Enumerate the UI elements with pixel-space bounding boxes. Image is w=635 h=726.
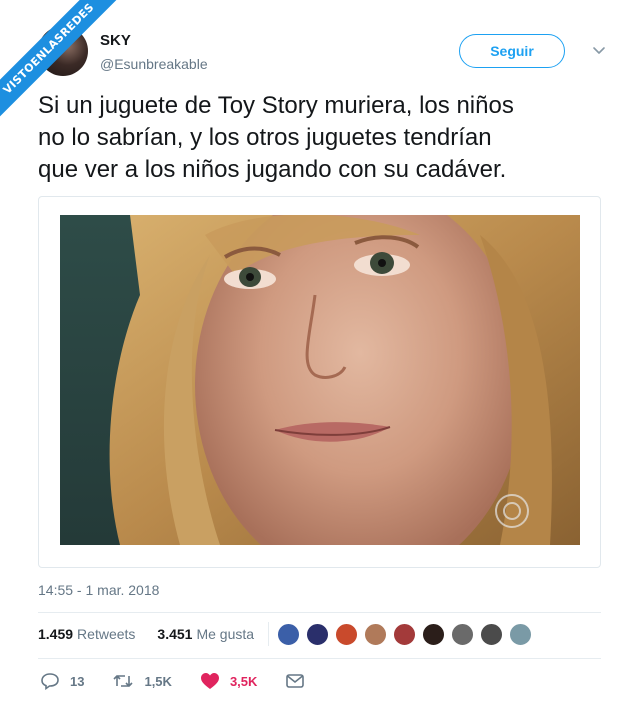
divider <box>268 622 269 646</box>
tweet-text: Si un juguete de Toy Story muriera, los … <box>38 90 608 186</box>
reply-button[interactable]: 13 <box>40 672 84 690</box>
retweet-count: 1,5K <box>144 673 172 689</box>
retweets-label[interactable]: Retweets <box>77 626 135 642</box>
watermark-text: VISTOENLASREDES <box>0 0 120 120</box>
reply-icon <box>41 673 59 690</box>
retweet-icon <box>113 675 134 687</box>
liker-avatar[interactable] <box>480 622 503 646</box>
retweet-button[interactable]: 1,5K <box>112 672 172 690</box>
tweet-line: no lo sabrían, y los otros juguetes tend… <box>38 124 492 151</box>
tweet-photo[interactable] <box>60 215 580 545</box>
liker-avatar[interactable] <box>364 622 387 646</box>
tweet-actions: 13 1,5K 3,5K <box>40 672 343 690</box>
tweet-header: SKY @Esunbreakable Seguir <box>38 26 617 82</box>
retweets-count[interactable]: 1.459 <box>38 626 73 642</box>
liker-avatar[interactable] <box>393 622 416 646</box>
likers-avatars <box>268 622 538 646</box>
watermark-ribbon: VISTOENLASREDES <box>0 0 120 120</box>
follow-button[interactable]: Seguir <box>459 34 565 68</box>
liker-avatar[interactable] <box>306 622 329 646</box>
divider <box>38 658 601 659</box>
tweet-timestamp[interactable]: 14:55 - 1 mar. 2018 <box>38 582 159 598</box>
mail-icon <box>286 674 305 688</box>
liker-avatar[interactable] <box>277 622 300 646</box>
like-count: 3,5K <box>229 673 258 689</box>
tweet-line: Si un juguete de Toy Story muriera, los … <box>38 92 514 119</box>
engagement-stats: 1.459 Retweets 3.451 Me gusta <box>38 626 254 642</box>
chevron-down-icon[interactable] <box>591 42 607 58</box>
heart-icon <box>200 673 219 689</box>
likes-count[interactable]: 3.451 <box>157 626 192 642</box>
divider <box>38 612 601 613</box>
likes-label[interactable]: Me gusta <box>196 626 254 642</box>
liker-avatar[interactable] <box>451 622 474 646</box>
liker-avatar[interactable] <box>509 622 532 646</box>
liker-avatar[interactable] <box>422 622 445 646</box>
liker-avatar[interactable] <box>335 622 358 646</box>
like-button[interactable]: 3,5K <box>200 672 257 690</box>
media-card[interactable] <box>38 196 601 568</box>
photo-woman-face <box>60 215 580 545</box>
reply-count: 13 <box>70 673 85 689</box>
tweet-line: que ver a los niños jugando con su cadáv… <box>38 156 507 183</box>
message-button[interactable] <box>285 673 315 689</box>
